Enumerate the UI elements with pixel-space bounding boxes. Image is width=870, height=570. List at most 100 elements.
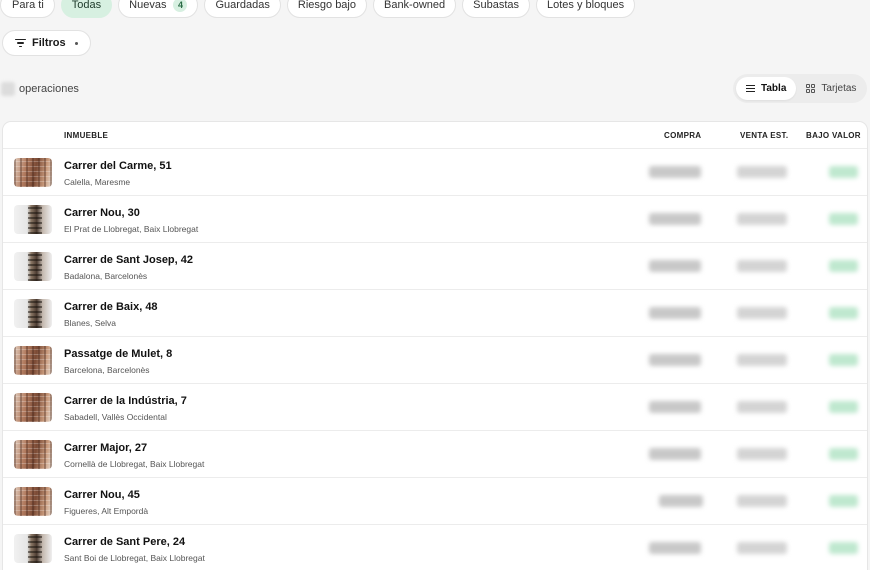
low-value-redacted (829, 166, 858, 178)
property-thumbnail (14, 487, 52, 516)
chip-label: Nuevas (129, 0, 167, 11)
buy-price-redacted (649, 166, 701, 178)
property-location: Sabadell, Vallès Occidental (64, 412, 167, 422)
sale-price-redacted (737, 495, 787, 507)
new-count-badge: 4 (173, 0, 188, 12)
sale-price-redacted (737, 448, 787, 460)
buy-price-redacted (649, 401, 701, 413)
sale-price-redacted (737, 213, 787, 225)
property-location: Badalona, Barcelonès (64, 271, 148, 281)
property-thumbnail (14, 393, 52, 422)
property-thumbnail (14, 534, 52, 563)
view-table-button[interactable]: Tabla (736, 77, 797, 100)
chip-para-ti[interactable]: Para ti (0, 0, 55, 18)
active-filter-dot (74, 41, 78, 45)
property-address: Carrer Nou, 45 (64, 489, 140, 501)
property-thumbnail (14, 158, 52, 187)
low-value-redacted (829, 495, 858, 507)
low-value-redacted (829, 354, 858, 366)
property-location: Blanes, Selva (64, 318, 116, 328)
table-row[interactable]: Carrer Major, 27 Cornellà de Llobregat, … (3, 431, 867, 478)
chip-label: Para ti (12, 0, 44, 11)
view-table-label: Tabla (761, 83, 787, 94)
sale-price-redacted (737, 307, 787, 319)
filter-icon (15, 38, 26, 48)
filters-button[interactable]: Filtros (2, 30, 91, 56)
header-property[interactable]: INMUEBLE (64, 131, 108, 140)
property-address: Carrer de Baix, 48 (64, 301, 158, 313)
property-location: Barcelona, Barcelonès (64, 365, 150, 375)
low-value-redacted (829, 307, 858, 319)
chip-bank-owned[interactable]: Bank-owned (372, 0, 457, 18)
property-thumbnail (14, 440, 52, 469)
property-address: Carrer Nou, 30 (64, 207, 140, 219)
chip-label: Todas (71, 0, 102, 11)
low-value-redacted (829, 448, 858, 460)
chip-label: Lotes y bloques (547, 0, 625, 11)
properties-table: INMUEBLE COMPRA VENTA EST. BAJO VALOR Ca… (2, 121, 868, 570)
chip-guardadas[interactable]: Guardadas (204, 0, 281, 18)
property-thumbnail (14, 346, 52, 375)
low-value-redacted (829, 213, 858, 225)
sale-price-redacted (737, 542, 787, 554)
buy-price-redacted (649, 448, 701, 460)
table-row[interactable]: Carrer de Sant Josep, 42 Badalona, Barce… (3, 243, 867, 290)
count-placeholder (1, 82, 15, 96)
header-buy[interactable]: COMPRA (664, 131, 701, 140)
buy-price-redacted (649, 307, 701, 319)
grid-icon (806, 84, 816, 93)
buy-price-redacted (659, 495, 703, 507)
sale-price-redacted (737, 260, 787, 272)
view-cards-button[interactable]: Tarjetas (796, 77, 866, 100)
table-row[interactable]: Carrer de Sant Pere, 24 Sant Boi de Llob… (3, 525, 867, 570)
table-row[interactable]: Carrer Nou, 30 El Prat de Llobregat, Bai… (3, 196, 867, 243)
chip-todas[interactable]: Todas (60, 0, 113, 18)
table-header: INMUEBLE COMPRA VENTA EST. BAJO VALOR (3, 122, 867, 149)
property-location: El Prat de Llobregat, Baix Llobregat (64, 224, 199, 234)
property-address: Carrer Major, 27 (64, 442, 148, 454)
buy-price-redacted (649, 542, 701, 554)
sale-price-redacted (737, 166, 787, 178)
property-address: Carrer del Carme, 51 (64, 160, 172, 172)
property-location: Figueres, Alt Empordà (64, 506, 149, 516)
buy-price-redacted (649, 354, 701, 366)
property-location: Sant Boi de Llobregat, Baix Llobregat (64, 553, 205, 563)
header-low-value[interactable]: BAJO VALOR (806, 131, 861, 140)
list-icon (746, 85, 755, 93)
buy-price-redacted (649, 213, 701, 225)
chip-lotes-y-bloques[interactable]: Lotes y bloques (536, 0, 636, 18)
property-location: Cornellà de Llobregat, Baix Llobregat (64, 459, 205, 469)
table-row[interactable]: Carrer Nou, 45 Figueres, Alt Empordà (3, 478, 867, 525)
chip-nuevas[interactable]: Nuevas 4 (118, 0, 199, 18)
view-cards-label: Tarjetas (821, 83, 857, 94)
chip-riesgo-bajo[interactable]: Riesgo bajo (286, 0, 367, 18)
property-address: Carrer de Sant Pere, 24 (64, 536, 186, 548)
filters-label: Filtros (32, 37, 66, 49)
low-value-redacted (829, 542, 858, 554)
chip-label: Bank-owned (383, 0, 446, 11)
property-address: Carrer de Sant Josep, 42 (64, 254, 194, 266)
operations-label: operaciones (19, 83, 79, 95)
chip-subastas[interactable]: Subastas (462, 0, 531, 18)
chip-label: Riesgo bajo (297, 0, 356, 11)
property-address: Carrer de la Indústria, 7 (64, 395, 187, 407)
table-row[interactable]: Carrer de la Indústria, 7 Sabadell, Vall… (3, 384, 867, 431)
property-location: Calella, Maresme (64, 177, 131, 187)
filter-chips: Para ti Todas Nuevas 4 Guardadas Riesgo b… (0, 0, 636, 18)
operations-count: operaciones (0, 82, 79, 96)
table-row[interactable]: Carrer del Carme, 51 Calella, Maresme (3, 149, 867, 196)
property-thumbnail (14, 252, 52, 281)
table-row[interactable]: Passatge de Mulet, 8 Barcelona, Barcelon… (3, 337, 867, 384)
sale-price-redacted (737, 401, 787, 413)
property-thumbnail (14, 299, 52, 328)
view-toggle: Tabla Tarjetas (733, 74, 867, 103)
chip-label: Guardadas (215, 0, 270, 11)
chip-label: Subastas (473, 0, 520, 11)
buy-price-redacted (649, 260, 701, 272)
low-value-redacted (829, 401, 858, 413)
table-row[interactable]: Carrer de Baix, 48 Blanes, Selva (3, 290, 867, 337)
low-value-redacted (829, 260, 858, 272)
property-thumbnail (14, 205, 52, 234)
header-sale[interactable]: VENTA EST. (740, 131, 788, 140)
sale-price-redacted (737, 354, 787, 366)
